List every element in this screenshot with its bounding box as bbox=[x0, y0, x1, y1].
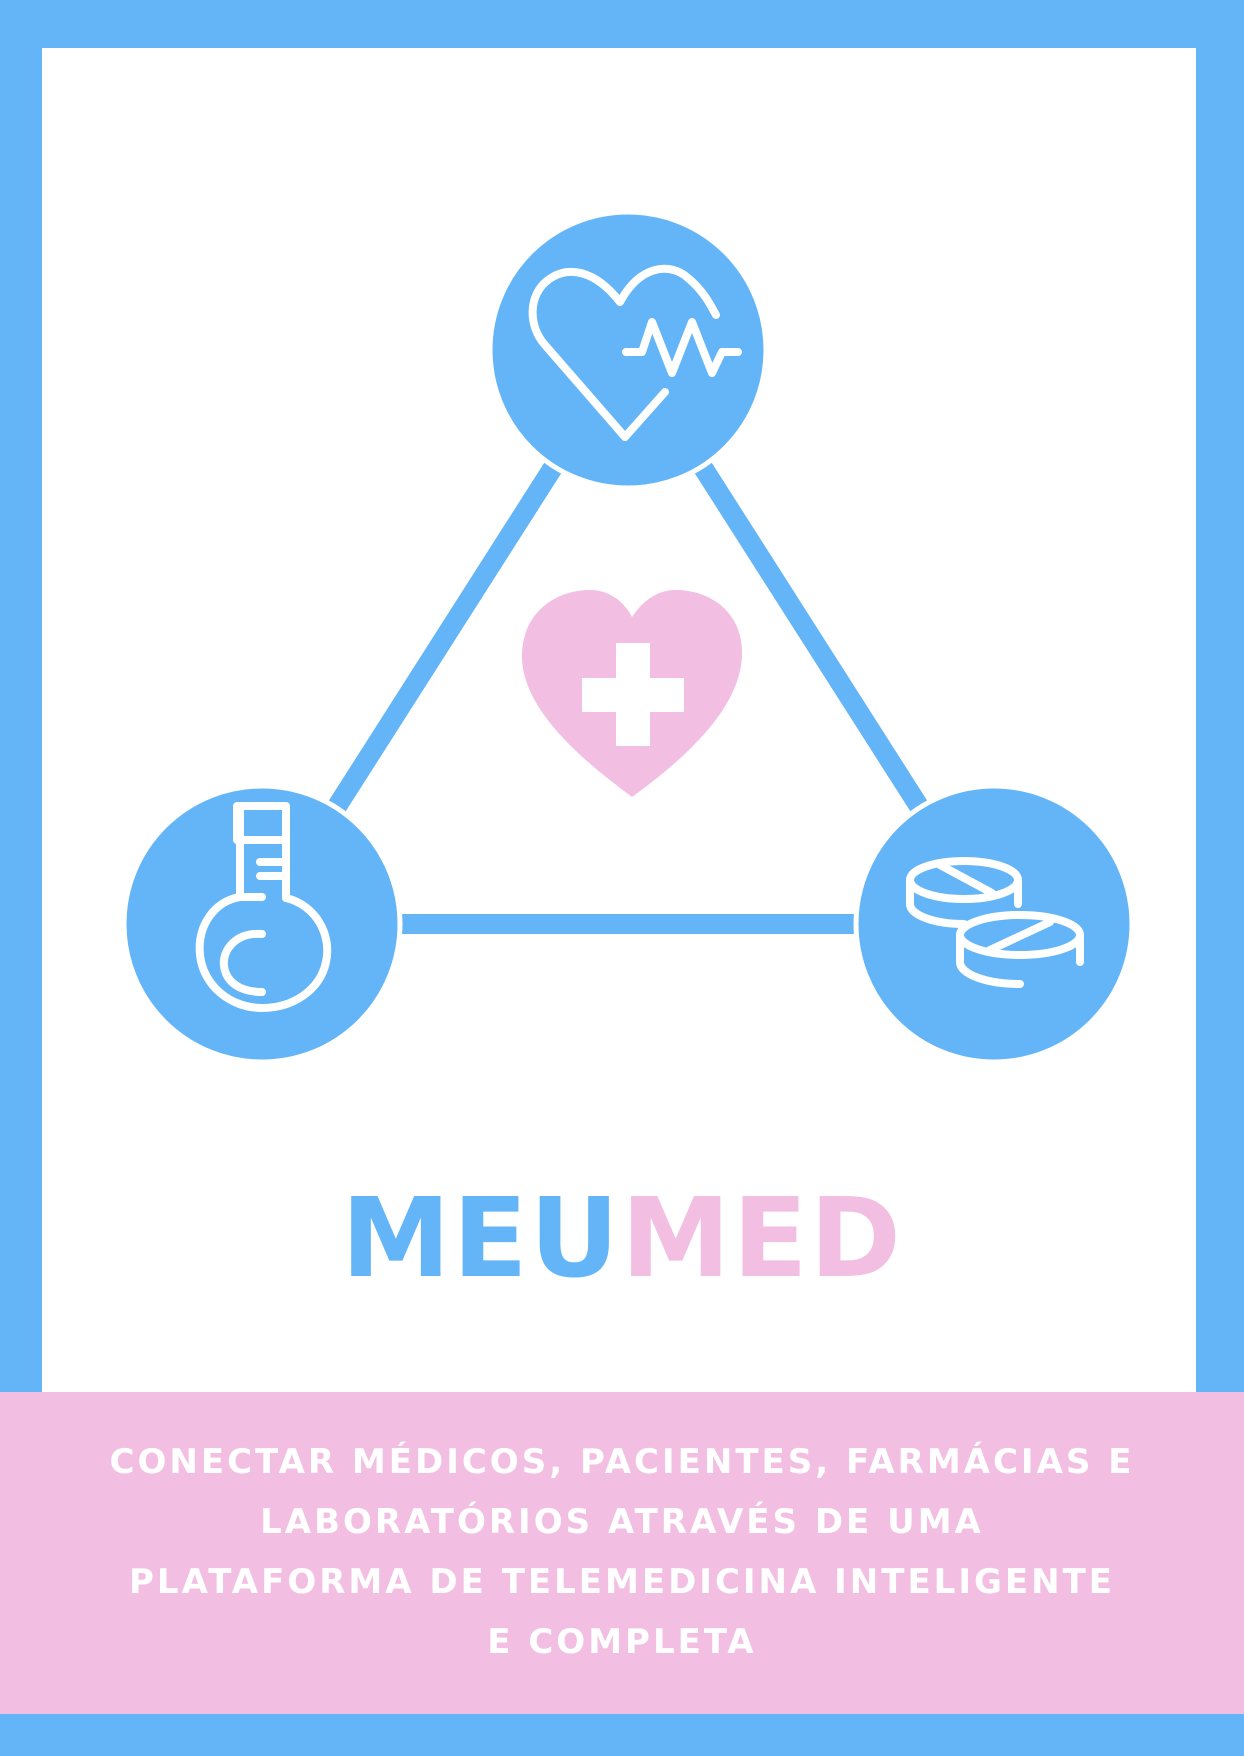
tagline: CONECTAR MÉDICOS, PACIENTES, FARMÁCIAS E… bbox=[40, 1432, 1204, 1672]
medical-heart-icon bbox=[521, 590, 742, 797]
tagline-band: CONECTAR MÉDICOS, PACIENTES, FARMÁCIAS E… bbox=[0, 1392, 1244, 1714]
poster: MEUMED CONECTAR MÉDICOS, PACIENTES, FARM… bbox=[0, 0, 1244, 1756]
network-diagram bbox=[121, 209, 1135, 1065]
brand-part1: MEU bbox=[341, 1174, 621, 1302]
node-right bbox=[853, 783, 1135, 1065]
tagline-line-1: CONECTAR MÉDICOS, PACIENTES, FARMÁCIAS E bbox=[109, 1442, 1135, 1482]
tagline-line-4: E COMPLETA bbox=[487, 1622, 757, 1662]
cross-horizontal bbox=[582, 678, 684, 712]
brand-logo: MEUMED bbox=[0, 1168, 1244, 1308]
node-top bbox=[487, 209, 769, 491]
tagline-line-2: LABORATÓRIOS ATRAVÉS DE UMA bbox=[260, 1502, 984, 1542]
tagline-line-3: PLATAFORMA DE TELEMEDICINA INTELIGENTE bbox=[129, 1562, 1115, 1602]
node-left bbox=[121, 783, 403, 1065]
brand-part2: MED bbox=[621, 1174, 903, 1302]
